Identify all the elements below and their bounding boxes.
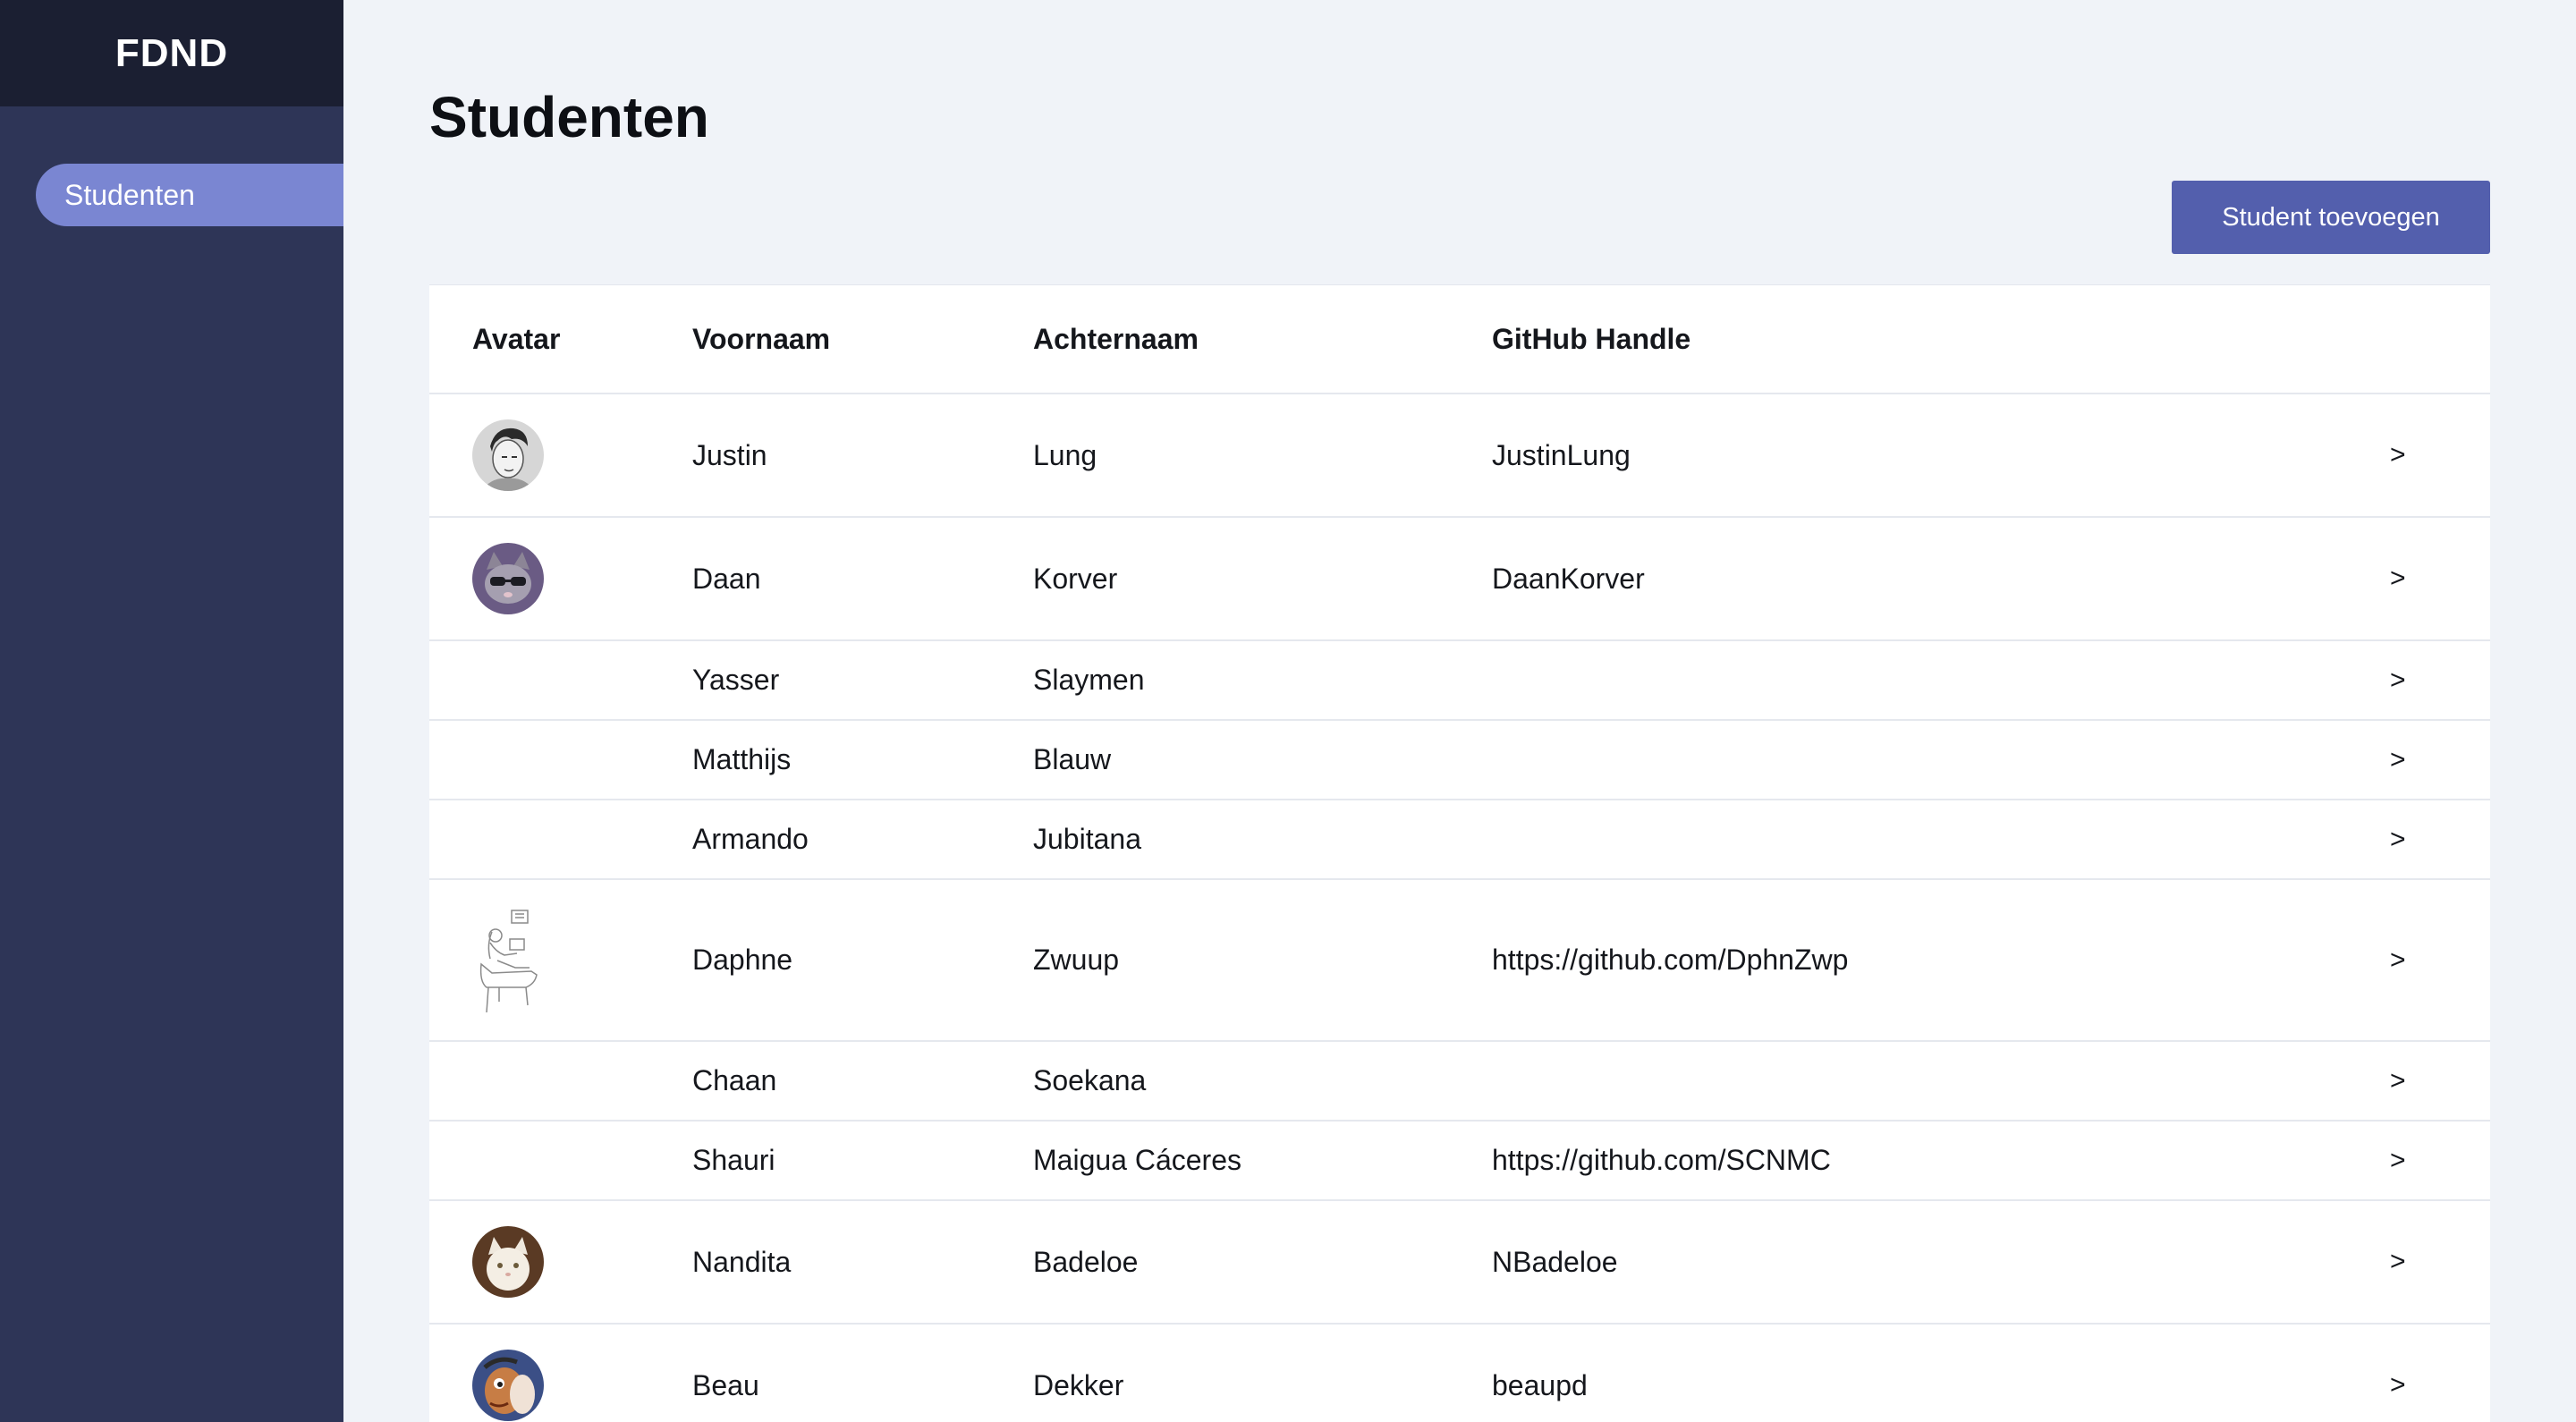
sidebar-nav: Studenten <box>0 106 343 226</box>
avatar-cell <box>429 1226 692 1298</box>
row-detail-link[interactable]: > <box>2390 665 2490 696</box>
table-row[interactable]: Chaan Soekana > <box>429 1042 2490 1122</box>
row-detail-link[interactable]: > <box>2390 945 2490 976</box>
avatar-cell <box>429 419 692 491</box>
github-handle: beaupd <box>1492 1368 1588 1401</box>
github-handle: NBadeloe <box>1492 1245 1618 1278</box>
row-detail-link[interactable]: > <box>2390 1146 2490 1176</box>
last-name: Badeloe <box>1033 1245 1139 1278</box>
row-detail-link[interactable]: > <box>2390 563 2490 594</box>
last-name: Korver <box>1033 562 1118 595</box>
table-row[interactable]: Beau Dekker beaupd > <box>429 1325 2490 1422</box>
first-name: Yasser <box>692 664 780 696</box>
column-header-achternaam: Achternaam <box>1033 322 1199 355</box>
table-row[interactable]: Justin Lung JustinLung > <box>429 394 2490 518</box>
table-row[interactable]: Matthijs Blauw > <box>429 721 2490 800</box>
last-name: Lung <box>1033 438 1097 471</box>
row-detail-link[interactable]: > <box>2390 745 2490 775</box>
last-name: Maigua Cáceres <box>1033 1144 1241 1176</box>
last-name: Soekana <box>1033 1064 1147 1096</box>
first-name: Daphne <box>692 944 793 976</box>
table-header-row: Avatar Voornaam Achternaam GitHub Handle <box>429 285 2490 394</box>
last-name: Slaymen <box>1033 664 1145 696</box>
row-detail-link[interactable]: > <box>2390 440 2490 470</box>
row-detail-link[interactable]: > <box>2390 1066 2490 1096</box>
first-name: Nandita <box>692 1245 792 1278</box>
row-detail-link[interactable]: > <box>2390 1247 2490 1277</box>
first-name: Matthijs <box>692 743 792 775</box>
avatar <box>472 905 544 1016</box>
page-title: Studenten <box>429 85 709 149</box>
last-name: Jubitana <box>1033 823 1141 855</box>
brand-logo[interactable]: FDND <box>0 0 343 106</box>
first-name: Shauri <box>692 1144 775 1176</box>
row-detail-link[interactable]: > <box>2390 825 2490 855</box>
avatar <box>472 1226 544 1298</box>
sidebar: FDND Studenten <box>0 0 343 1422</box>
add-student-button[interactable]: Student toevoegen <box>2172 181 2490 254</box>
row-detail-link[interactable]: > <box>2390 1370 2490 1401</box>
first-name: Chaan <box>692 1064 777 1096</box>
table-row[interactable]: Yasser Slaymen > <box>429 641 2490 721</box>
table-row[interactable]: Daphne Zwuup https://github.com/DphnZwp … <box>429 880 2490 1042</box>
table-row[interactable]: Shauri Maigua Cáceres https://github.com… <box>429 1122 2490 1201</box>
students-table: Avatar Voornaam Achternaam GitHub Handle <box>429 284 2490 1422</box>
first-name: Beau <box>692 1368 759 1401</box>
first-name: Justin <box>692 438 767 471</box>
column-header-github-handle: GitHub Handle <box>1492 322 1691 355</box>
last-name: Blauw <box>1033 743 1112 775</box>
github-handle: JustinLung <box>1492 438 1631 471</box>
app-root: FDND Studenten Studenten Student toevoeg… <box>0 0 2576 1422</box>
avatar <box>472 419 544 491</box>
avatar <box>472 1350 544 1421</box>
avatar-cell <box>429 1350 692 1421</box>
github-handle: DaanKorver <box>1492 562 1645 595</box>
avatar-cell <box>429 543 692 614</box>
github-handle: https://github.com/DphnZwp <box>1492 944 1849 976</box>
avatar <box>472 543 544 614</box>
first-name: Armando <box>692 823 809 855</box>
first-name: Daan <box>692 562 761 595</box>
sidebar-item-studenten[interactable]: Studenten <box>36 164 343 226</box>
main-content: Studenten Student toevoegen Avatar Voorn… <box>343 0 2576 1422</box>
last-name: Zwuup <box>1033 944 1120 976</box>
table-row[interactable]: Nandita Badeloe NBadeloe > <box>429 1201 2490 1325</box>
github-handle: https://github.com/SCNMC <box>1492 1144 1831 1176</box>
column-header-voornaam: Voornaam <box>692 322 831 355</box>
column-header-avatar: Avatar <box>472 322 561 355</box>
last-name: Dekker <box>1033 1368 1124 1401</box>
avatar-cell <box>429 905 692 1016</box>
table-row[interactable]: Armando Jubitana > <box>429 800 2490 880</box>
table-row[interactable]: Daan Korver DaanKorver > <box>429 518 2490 641</box>
